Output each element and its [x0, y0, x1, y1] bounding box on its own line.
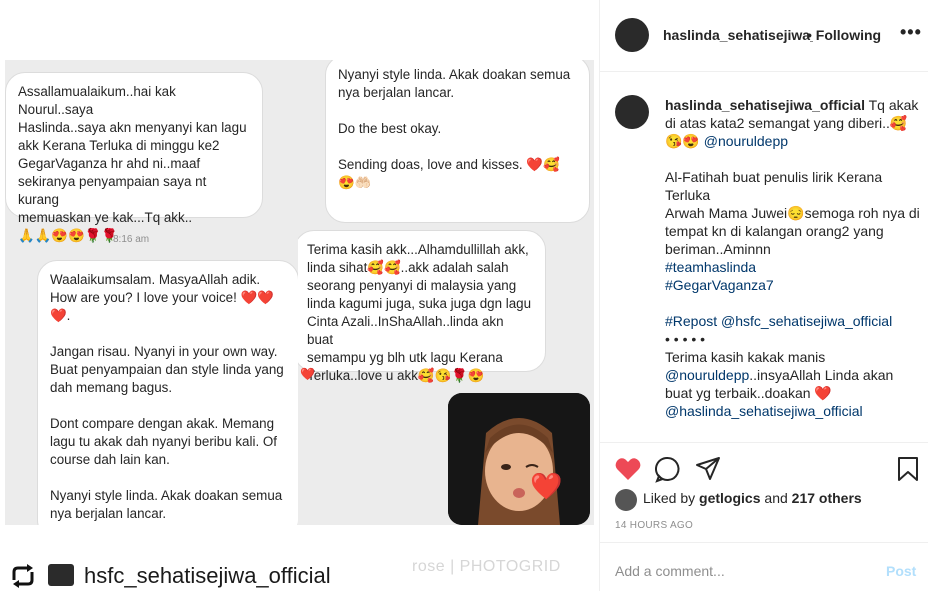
comment-input[interactable]: Add a comment...: [615, 563, 725, 579]
caption-text: Terima kasih kakak manis: [665, 349, 826, 365]
post-sidebar: haslinda_sehatisejiwa_official • Followi…: [599, 0, 928, 591]
chat-bubble-received: Assallamualaikum..hai kak Nourul..saya H…: [5, 72, 263, 243]
mention-link[interactable]: @nouruldepp: [665, 367, 749, 383]
hashtag-link[interactable]: #Repost: [665, 313, 717, 329]
following-status[interactable]: • Following: [807, 27, 881, 43]
caption-divider: • • • • •: [665, 331, 706, 347]
chat-screenshot-left: Assallamualaikum..hai kak Nourul..saya H…: [5, 60, 301, 525]
hashtag-link[interactable]: #GegarVaganza7: [665, 276, 920, 294]
mention-link[interactable]: @hsfc_sehatisejiwa_official: [717, 313, 892, 329]
post-actions: Liked by getlogics and 217 others 14 HOU…: [600, 442, 928, 543]
like-heart-icon[interactable]: [614, 455, 642, 483]
memoji-icon: [448, 393, 590, 525]
comment-bar: Add a comment... Post: [600, 542, 928, 592]
post-caption: haslinda_sehatisejiwa_official Tq akak d…: [665, 96, 920, 420]
likes-count[interactable]: 217 others: [792, 490, 862, 506]
mention-link[interactable]: @haslinda_sehatisejiwa_official: [665, 402, 920, 420]
likes-summary: Liked by getlogics and 217 others: [643, 490, 862, 506]
more-options-icon[interactable]: •••: [900, 22, 922, 43]
avatar[interactable]: [615, 18, 649, 52]
photogrid-watermark: rose | PHOTOGRID: [412, 558, 561, 575]
liker-avatar[interactable]: [615, 489, 637, 511]
likes-prefix: Liked by: [643, 490, 700, 506]
caption-text: Al-Fatihah buat penulis lirik Kerana Ter…: [665, 169, 883, 203]
post-header: haslinda_sehatisejiwa_official • Followi…: [600, 0, 928, 72]
memoji-sticker: ❤️: [448, 393, 590, 525]
repost-icon: [12, 564, 34, 588]
post-comment-button[interactable]: Post: [886, 563, 916, 579]
repost-handle: hsfc_sehatisejiwa_official: [84, 563, 331, 588]
mention-link[interactable]: @nouruldepp: [704, 133, 788, 149]
header-username[interactable]: haslinda_sehatisejiwa_official: [663, 27, 813, 43]
hashtag-link[interactable]: #teamhaslinda: [665, 258, 920, 276]
post-timestamp[interactable]: 14 HOURS AGO: [615, 520, 693, 531]
share-icon[interactable]: [694, 455, 722, 483]
chat-timestamp: 8:16 am: [113, 234, 150, 245]
caption-username[interactable]: haslinda_sehatisejiwa_official: [665, 97, 865, 113]
liker-username[interactable]: getlogics: [699, 490, 760, 506]
reaction-heart: ❤️: [300, 367, 315, 381]
chat-bubble-sent: Nyanyi style linda. Akak doakan semua ny…: [325, 60, 590, 223]
post-image: Assallamualaikum..hai kak Nourul..saya H…: [0, 0, 599, 591]
chat-bubble-sent: Waalaikumsalam. MasyaAllah adik. How are…: [37, 260, 299, 525]
chat-bubble-received: Terima kasih akk...Alhamdullillah akk, l…: [298, 230, 546, 383]
heart-icon: ❤️: [530, 471, 563, 501]
caption-text: Arwah Mama Juwei😔semoga roh nya di tempa…: [665, 205, 920, 257]
comment-icon[interactable]: [654, 455, 682, 483]
bookmark-icon[interactable]: [894, 455, 922, 483]
caption-avatar[interactable]: [615, 95, 649, 129]
account-thumbnail: [48, 564, 74, 586]
chat-screenshot-right: Nyanyi style linda. Akak doakan semua ny…: [298, 60, 594, 525]
likes-middle: and: [760, 490, 792, 506]
